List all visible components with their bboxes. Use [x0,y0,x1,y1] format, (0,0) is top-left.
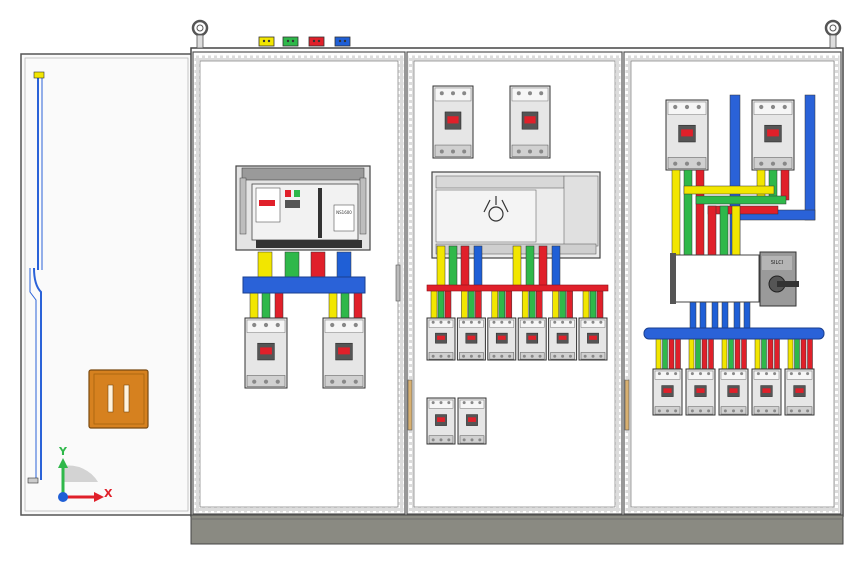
middle-breaker-1[interactable] [426,317,456,361]
right-breaker-5[interactable] [784,368,815,416]
middle-breaker-3[interactable] [487,317,517,361]
right-incomer-breaker-2[interactable] [751,99,795,171]
right-breaker-3[interactable] [718,368,749,416]
lifting-eye-icon [191,19,209,49]
transfer-switch-body [670,253,760,304]
middle-horizontal-busbar [426,284,609,292]
middle-breaker-6[interactable] [578,317,608,361]
middle-spare-breaker-1[interactable] [426,397,456,445]
middle-incomer-breaker-1[interactable] [432,85,474,159]
left-breaker-2[interactable] [322,317,366,389]
axis-y-label: Y [58,445,68,458]
right-breaker-2[interactable] [685,368,716,416]
middle-breaker-4[interactable] [517,317,547,361]
phase-marker-icon [258,36,351,47]
open-side-door [20,53,193,516]
changeover-switch-label: SILCI [771,260,783,266]
lifting-eye-icon [824,19,842,49]
left-breaker-1[interactable] [244,317,288,389]
changeover-controller [431,171,601,259]
middle-breaker-2[interactable] [456,317,486,361]
switchboard-drawing: NS1600 SILCI Y X [20,19,844,545]
main-breaker-model-label: NS1600 [336,210,352,215]
switchboard-cad-view: NS1600 SILCI Y X [0,0,867,562]
changeover-switch[interactable]: SILCI [759,251,799,307]
right-breaker-1[interactable] [652,368,683,416]
right-distribution-busbar [643,327,825,340]
right-breaker-4[interactable] [751,368,782,416]
middle-incomer-breaker-2[interactable] [509,85,551,159]
main-air-circuit-breaker: NS1600 [235,165,371,251]
door-handle[interactable] [88,369,149,429]
middle-spare-breaker-2[interactable] [457,397,487,445]
axis-x-label: X [104,487,113,500]
middle-breaker-5[interactable] [548,317,578,361]
right-incomer-breaker-1[interactable] [665,99,709,171]
right-outgoing-breakers [652,368,815,416]
left-distribution-busbar [242,276,366,294]
